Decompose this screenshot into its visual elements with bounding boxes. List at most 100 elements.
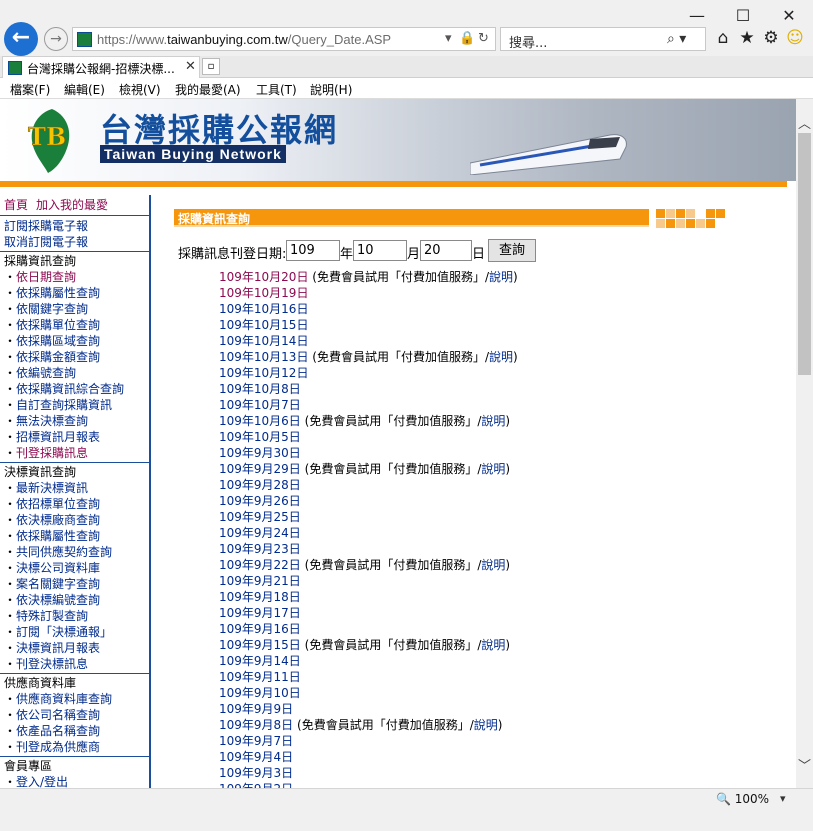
trial-explain-link[interactable]: 說明 bbox=[481, 558, 505, 572]
date-link[interactable]: 109年9月8日 bbox=[219, 718, 293, 732]
menu-help[interactable]: 說明(H) bbox=[310, 81, 352, 98]
nav-item[interactable]: 依採購單位查詢 bbox=[4, 317, 100, 333]
zoom-dropdown-icon[interactable]: ▾ bbox=[780, 792, 786, 805]
scrollbar-thumb[interactable] bbox=[798, 133, 811, 375]
date-link[interactable]: 109年10月13日 bbox=[219, 350, 308, 364]
menu-favorites[interactable]: 我的最愛(A) bbox=[175, 81, 241, 98]
zoom-level[interactable]: 🔍 100% bbox=[716, 792, 769, 806]
nav-item[interactable]: 依採購資訊綜合查詢 bbox=[4, 381, 124, 397]
close-window-button[interactable]: ✕ bbox=[774, 6, 804, 26]
nav-item[interactable]: 依採購金額查詢 bbox=[4, 349, 100, 365]
date-link[interactable]: 109年9月7日 bbox=[219, 734, 293, 748]
gear-icon[interactable]: ⚙ bbox=[760, 28, 782, 48]
nav-item[interactable]: 特殊訂製查詢 bbox=[4, 608, 88, 624]
date-link[interactable]: 109年9月26日 bbox=[219, 494, 301, 508]
date-link[interactable]: 109年10月5日 bbox=[219, 430, 301, 444]
date-link[interactable]: 109年10月20日 bbox=[219, 270, 308, 284]
nav-item[interactable]: 依採購屬性查詢 bbox=[4, 285, 100, 301]
month-input[interactable]: 10 bbox=[353, 240, 407, 261]
favorites-star-icon[interactable]: ★ bbox=[736, 28, 758, 48]
nav-item[interactable]: 依採購屬性查詢 bbox=[4, 528, 100, 544]
date-link[interactable]: 109年9月22日 bbox=[219, 558, 301, 572]
trial-explain-link[interactable]: 說明 bbox=[489, 270, 513, 284]
minimize-button[interactable]: — bbox=[682, 6, 712, 26]
date-link[interactable]: 109年9月11日 bbox=[219, 670, 301, 684]
nav-item[interactable]: 訂閱「決標通報」 bbox=[4, 624, 112, 640]
forward-button[interactable]: → bbox=[44, 27, 68, 51]
nav-item[interactable]: 自訂查詢採購資訊 bbox=[4, 397, 112, 413]
nav-item[interactable]: 招標資訊月報表 bbox=[4, 429, 100, 445]
trial-explain-link[interactable]: 說明 bbox=[481, 414, 505, 428]
nav-item[interactable]: 依編號查詢 bbox=[4, 365, 76, 381]
nav-item[interactable]: 依採購區域查詢 bbox=[4, 333, 100, 349]
date-link[interactable]: 109年9月15日 bbox=[219, 638, 301, 652]
trial-explain-link[interactable]: 說明 bbox=[481, 462, 505, 476]
date-link[interactable]: 109年10月14日 bbox=[219, 334, 308, 348]
day-input[interactable]: 20 bbox=[420, 240, 472, 261]
scroll-down-icon[interactable]: ﹀ bbox=[797, 755, 812, 774]
home-icon[interactable]: ⌂ bbox=[712, 28, 734, 48]
nav-item[interactable]: 決標公司資料庫 bbox=[4, 560, 100, 576]
menu-tools[interactable]: 工具(T) bbox=[256, 81, 297, 98]
date-link[interactable]: 109年9月16日 bbox=[219, 622, 301, 636]
menu-file[interactable]: 檔案(F) bbox=[10, 81, 50, 98]
lock-icon[interactable]: 🔒 bbox=[459, 31, 475, 46]
nav-item[interactable]: 依關鍵字查詢 bbox=[4, 301, 88, 317]
back-button[interactable]: ← bbox=[4, 22, 38, 56]
nav-add-favorite[interactable]: 加入我的最愛 bbox=[36, 197, 108, 213]
date-link[interactable]: 109年9月18日 bbox=[219, 590, 301, 604]
nav-item[interactable]: 共同供應契約查詢 bbox=[4, 544, 112, 560]
date-link[interactable]: 109年10月12日 bbox=[219, 366, 308, 380]
date-link[interactable]: 109年9月29日 bbox=[219, 462, 301, 476]
scroll-up-icon[interactable]: ︿ bbox=[797, 113, 812, 132]
year-input[interactable]: 109 bbox=[286, 240, 340, 261]
trial-explain-link[interactable]: 說明 bbox=[481, 638, 505, 652]
date-link[interactable]: 109年9月9日 bbox=[219, 702, 293, 716]
date-link[interactable]: 109年10月19日 bbox=[219, 286, 308, 300]
nav-unsubscribe[interactable]: 取消訂閱電子報 bbox=[4, 234, 88, 250]
nav-item[interactable]: 刊登決標訊息 bbox=[4, 656, 88, 672]
date-link[interactable]: 109年9月23日 bbox=[219, 542, 301, 556]
date-link[interactable]: 109年9月25日 bbox=[219, 510, 301, 524]
nav-item[interactable]: 依日期查詢 bbox=[4, 269, 76, 285]
nav-item[interactable]: 決標資訊月報表 bbox=[4, 640, 100, 656]
trial-explain-link[interactable]: 說明 bbox=[474, 718, 498, 732]
menu-view[interactable]: 檢視(V) bbox=[119, 81, 161, 98]
vertical-scrollbar[interactable]: ︿ ﹀ bbox=[796, 99, 813, 788]
nav-item[interactable]: 依產品名稱查詢 bbox=[4, 723, 100, 739]
nav-item[interactable]: 供應商資料庫查詢 bbox=[4, 691, 112, 707]
nav-subscribe[interactable]: 訂閱採購電子報 bbox=[4, 218, 88, 234]
address-bar[interactable]: https://www.taiwanbuying.com.tw/Query_Da… bbox=[72, 27, 496, 51]
date-link[interactable]: 109年9月28日 bbox=[219, 478, 301, 492]
search-box[interactable]: 搜尋... ⌕ ▾ bbox=[500, 27, 706, 51]
menu-edit[interactable]: 編輯(E) bbox=[64, 81, 105, 98]
nav-home[interactable]: 首頁 bbox=[4, 197, 28, 213]
date-link[interactable]: 109年10月6日 bbox=[219, 414, 301, 428]
nav-item[interactable]: 依決標編號查詢 bbox=[4, 592, 100, 608]
date-link[interactable]: 109年9月4日 bbox=[219, 750, 293, 764]
chevron-down-icon[interactable]: ▾ bbox=[445, 31, 452, 46]
date-link[interactable]: 109年10月16日 bbox=[219, 302, 308, 316]
smiley-feedback-icon[interactable]: ☺ bbox=[784, 28, 806, 48]
nav-item[interactable]: 依決標廠商查詢 bbox=[4, 512, 100, 528]
date-link[interactable]: 109年10月15日 bbox=[219, 318, 308, 332]
query-button[interactable]: 查詢 bbox=[488, 239, 536, 262]
search-icon[interactable]: ⌕ ▾ bbox=[667, 31, 686, 47]
trial-explain-link[interactable]: 說明 bbox=[489, 350, 513, 364]
nav-item[interactable]: 依招標單位查詢 bbox=[4, 496, 100, 512]
date-link[interactable]: 109年9月24日 bbox=[219, 526, 301, 540]
nav-item[interactable]: 刊登成為供應商 bbox=[4, 739, 100, 755]
search-input[interactable]: 搜尋... bbox=[509, 32, 547, 51]
nav-item[interactable]: 無法決標查詢 bbox=[4, 413, 88, 429]
maximize-button[interactable]: ☐ bbox=[728, 6, 758, 26]
date-link[interactable]: 109年9月3日 bbox=[219, 766, 293, 780]
nav-item[interactable]: 最新決標資訊 bbox=[4, 480, 88, 496]
date-link[interactable]: 109年9月17日 bbox=[219, 606, 301, 620]
date-link[interactable]: 109年10月7日 bbox=[219, 398, 301, 412]
date-link[interactable]: 109年9月21日 bbox=[219, 574, 301, 588]
browser-tab[interactable]: 台灣採購公報網-招標決標... ✕ bbox=[2, 56, 200, 78]
date-link[interactable]: 109年9月14日 bbox=[219, 654, 301, 668]
refresh-icon[interactable]: ↻ bbox=[478, 31, 489, 46]
nav-item[interactable]: 刊登採購訊息 bbox=[4, 445, 88, 461]
date-link[interactable]: 109年9月30日 bbox=[219, 446, 301, 460]
